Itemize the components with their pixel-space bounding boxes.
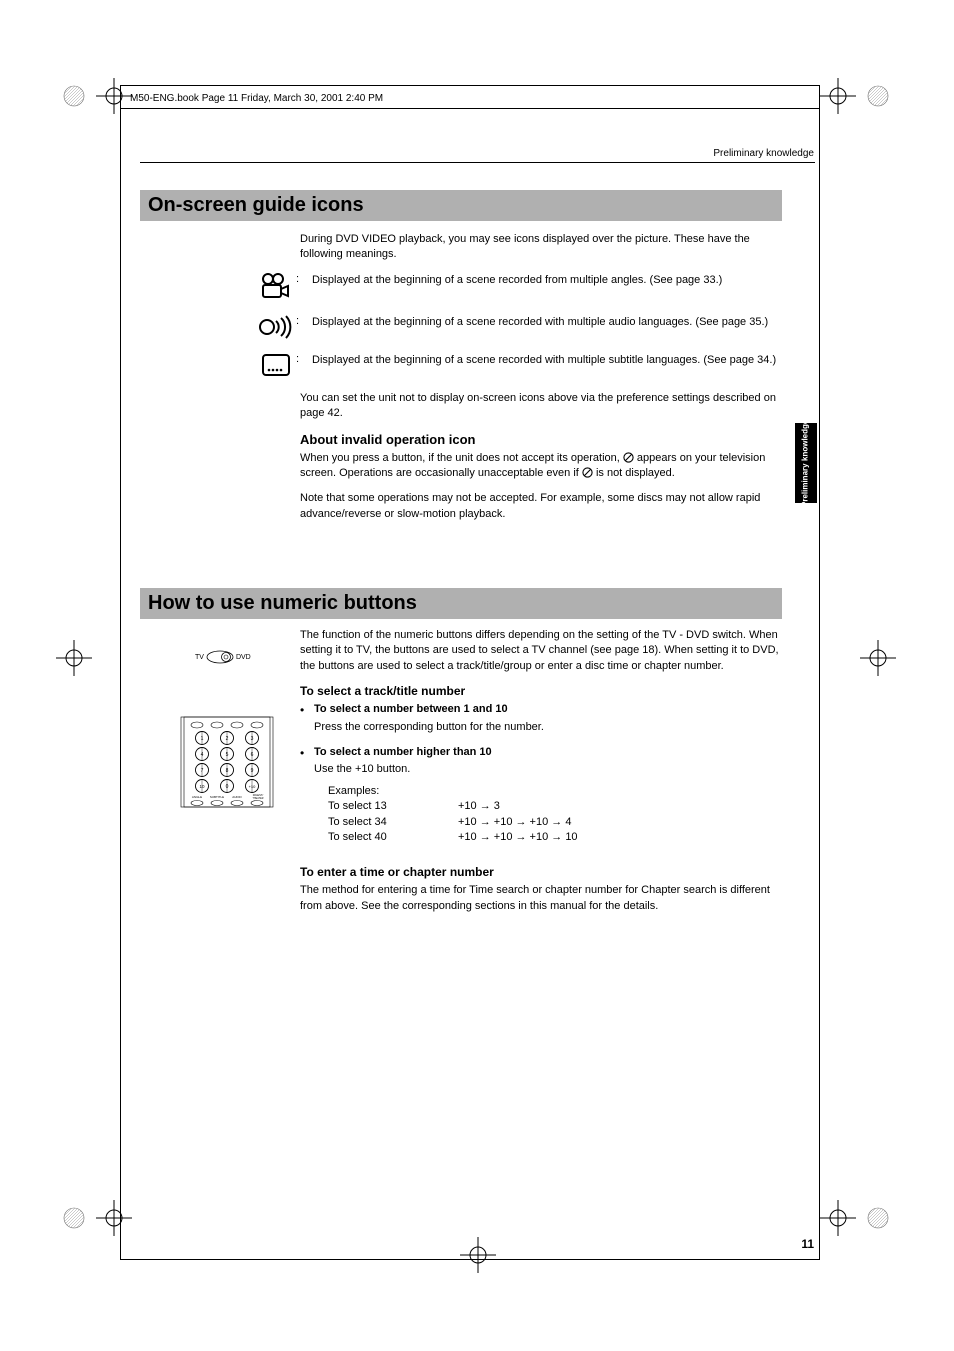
bullet-list: To select a number between 1 and 10 Pres… <box>300 702 784 845</box>
bullet-item: To select a number higher than 10 Use th… <box>300 745 784 845</box>
svg-text:SUBTITLE: SUBTITLE <box>210 795 224 799</box>
registration-cross-icon <box>860 640 896 676</box>
side-tab-line2: knowledge <box>802 419 811 460</box>
examples-block: Examples: To select 13+10 → 3 To select … <box>328 784 784 846</box>
svg-text:6: 6 <box>251 752 254 758</box>
invalid-p1a: When you press a button, if the unit doe… <box>300 452 623 464</box>
registration-cross-icon <box>820 1200 856 1236</box>
sub2-para: The method for entering a time for Time … <box>300 883 784 914</box>
section2-intro: The function of the numeric buttons diff… <box>300 628 784 674</box>
svg-text:0: 0 <box>226 784 229 790</box>
tv-dvd-switch-diagram: TV DVD <box>195 650 251 664</box>
section-title: How to use numeric buttons <box>148 592 774 615</box>
invalid-p2: Note that some operations may not be acc… <box>300 491 784 522</box>
registration-mark-icon <box>860 78 896 114</box>
subtitle-languages-icon <box>256 353 296 377</box>
page-number: 11 <box>801 1237 814 1251</box>
example-label: To select 13 <box>328 799 458 814</box>
book-header: M50-ENG.book Page 11 Friday, March 30, 2… <box>130 93 383 104</box>
prohibit-icon <box>582 467 593 478</box>
registration-cross-icon <box>56 640 92 676</box>
examples-label: Examples: <box>328 784 784 799</box>
example-row: To select 34+10 → +10 → +10 → 4 <box>328 815 784 830</box>
header-divider <box>120 108 820 109</box>
example-label: To select 34 <box>328 815 458 830</box>
pref-note: You can set the unit not to display on-s… <box>300 391 784 422</box>
invalid-p1c: is not displayed. <box>593 467 675 479</box>
icon-row-audio: : Displayed at the beginning of a scene … <box>300 315 784 339</box>
svg-text:+10: +10 <box>249 784 257 789</box>
svg-text:2: 2 <box>226 736 229 742</box>
svg-text:ANGLE: ANGLE <box>192 795 202 799</box>
invalid-p1: When you press a button, if the unit doe… <box>300 451 784 482</box>
svg-text:5: 5 <box>226 752 229 758</box>
sub1-heading: To select a track/title number <box>300 684 784 698</box>
example-seq: +10 → 3 <box>458 799 500 814</box>
bullet2-strong: To select a number higher than 10 <box>314 746 492 758</box>
switch-icon <box>206 650 234 664</box>
icon-desc: Displayed at the beginning of a scene re… <box>308 353 784 368</box>
svg-text:1: 1 <box>201 736 204 742</box>
bullet2-sub: Use the +10 button. <box>314 762 784 777</box>
page-header-underline <box>140 162 815 163</box>
prohibit-icon <box>623 452 634 463</box>
svg-text:THEATER: THEATER <box>253 797 264 800</box>
camera-angle-icon <box>256 273 296 301</box>
registration-mark-icon <box>56 1200 92 1236</box>
section2-content: The function of the numeric buttons diff… <box>300 628 784 924</box>
section-title: On-screen guide icons <box>148 194 774 217</box>
colon: : <box>296 315 308 327</box>
example-label: To select 40 <box>328 830 458 845</box>
side-tab-line1: Preliminary <box>802 463 811 507</box>
colon: : <box>296 353 308 365</box>
registration-cross-icon <box>820 78 856 114</box>
section-heading-numeric-buttons: How to use numeric buttons <box>140 588 782 619</box>
section1-intro: During DVD VIDEO playback, you may see i… <box>300 232 784 263</box>
svg-text:8: 8 <box>226 768 229 774</box>
svg-text:4: 4 <box>201 752 204 758</box>
icon-row-angles: : Displayed at the beginning of a scene … <box>300 273 784 301</box>
dvd-label: DVD <box>236 654 251 661</box>
example-row: To select 40+10 → +10 → +10 → 10 <box>328 830 784 845</box>
bullet1-strong: To select a number between 1 and 10 <box>314 703 508 715</box>
example-seq: +10 → +10 → +10 → 10 <box>458 830 578 845</box>
side-tab-preliminary-knowledge: Preliminary knowledge <box>795 423 817 503</box>
svg-text:9: 9 <box>251 768 254 774</box>
bullet1-sub: Press the corresponding button for the n… <box>314 720 784 735</box>
svg-text:10: 10 <box>199 784 205 789</box>
registration-mark-icon <box>860 1200 896 1236</box>
icon-desc: Displayed at the beginning of a scene re… <box>308 273 784 288</box>
bullet-item: To select a number between 1 and 10 Pres… <box>300 702 784 735</box>
svg-text:7: 7 <box>201 768 204 774</box>
tv-label: TV <box>195 654 204 661</box>
sub2-heading: To enter a time or chapter number <box>300 865 784 879</box>
svg-text:AUDIO: AUDIO <box>232 795 242 799</box>
numeric-keypad-diagram: 1 2 3 4 5 6 7 8 9 10 0 +10 ANGLE SUBTITL… <box>180 716 274 813</box>
invalid-heading: About invalid operation icon <box>300 432 784 447</box>
section-heading-onscreen-guide: On-screen guide icons <box>140 190 782 221</box>
registration-mark-icon <box>56 78 92 114</box>
example-row: To select 13+10 → 3 <box>328 799 784 814</box>
icon-row-subtitle: : Displayed at the beginning of a scene … <box>300 353 784 377</box>
colon: : <box>296 273 308 285</box>
page-header-right: Preliminary knowledge <box>713 148 814 159</box>
icon-desc: Displayed at the beginning of a scene re… <box>308 315 784 330</box>
audio-languages-icon <box>256 315 296 339</box>
example-seq: +10 → +10 → +10 → 4 <box>458 815 571 830</box>
svg-text:3: 3 <box>251 736 254 742</box>
section1-content: During DVD VIDEO playback, you may see i… <box>300 232 784 532</box>
